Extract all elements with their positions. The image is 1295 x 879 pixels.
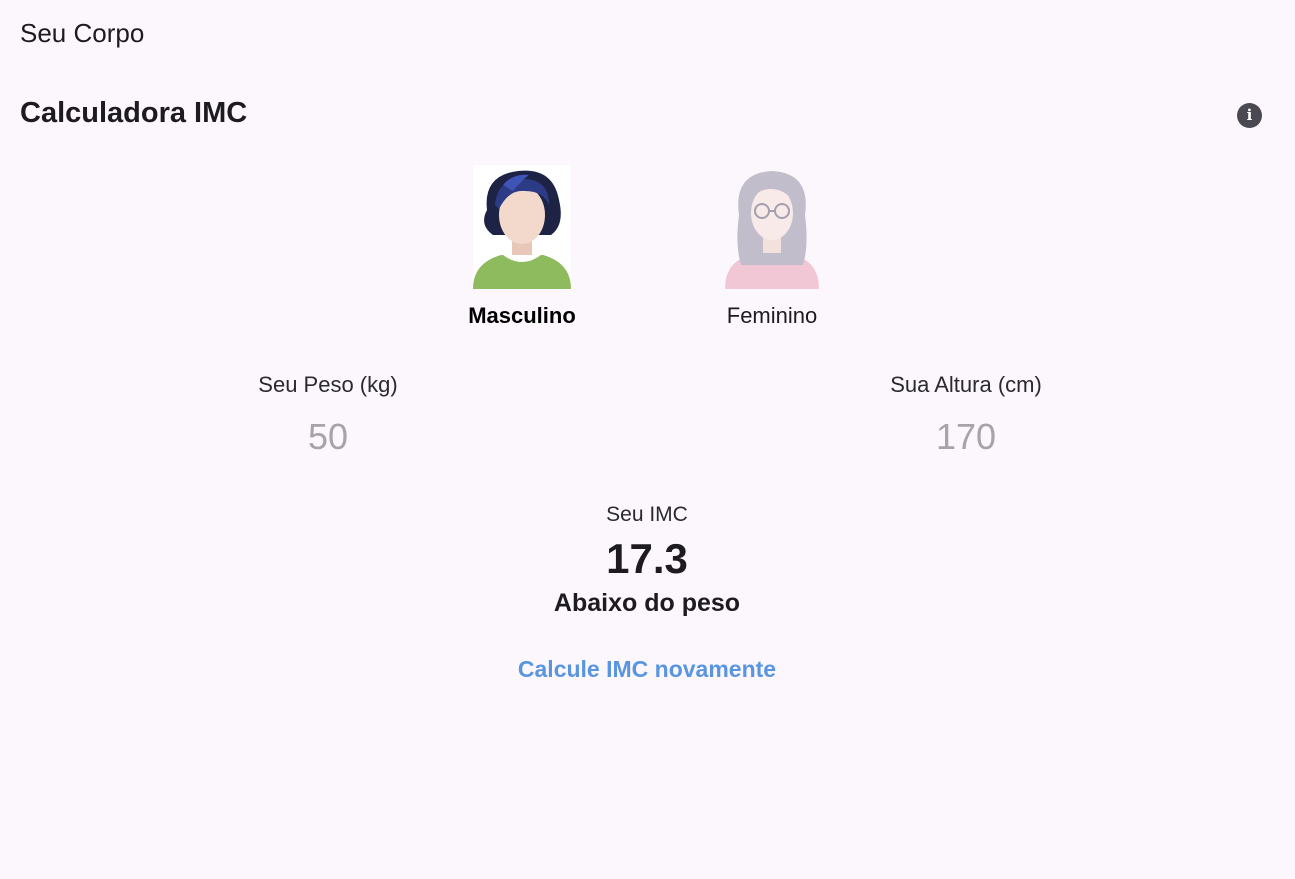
bmi-status: Abaixo do peso (553, 589, 741, 617)
app-title: Seu Corpo (20, 18, 145, 48)
gender-option-female[interactable]: Feminino (697, 165, 847, 329)
bmi-value: 17.3 (606, 535, 688, 582)
female-avatar-icon (725, 171, 819, 289)
gender-option-male[interactable]: Masculino (447, 165, 597, 329)
gender-label-female: Feminino (726, 303, 818, 328)
bmi-result-label: Seu IMC (606, 503, 688, 526)
height-field: Sua Altura (cm) (816, 372, 1116, 458)
male-avatar-icon (473, 165, 571, 289)
recalculate-button[interactable]: Calcule IMC novamente (518, 656, 776, 683)
info-icon: i (1246, 106, 1253, 124)
height-input[interactable] (866, 416, 1066, 458)
info-button[interactable]: i (1237, 103, 1262, 128)
gender-label-male: Masculino (468, 303, 576, 328)
height-label: Sua Altura (cm) (890, 372, 1042, 397)
app-root: Seu Corpo Calculadora IMC i Masculino Fe… (0, 0, 1295, 879)
page-title: Calculadora IMC (20, 97, 248, 129)
weight-label: Seu Peso (kg) (258, 372, 398, 397)
bmi-result: Seu IMC 17.3 Abaixo do peso Calcule IMC … (447, 503, 847, 683)
weight-input[interactable] (228, 416, 428, 458)
weight-field: Seu Peso (kg) (178, 372, 478, 458)
